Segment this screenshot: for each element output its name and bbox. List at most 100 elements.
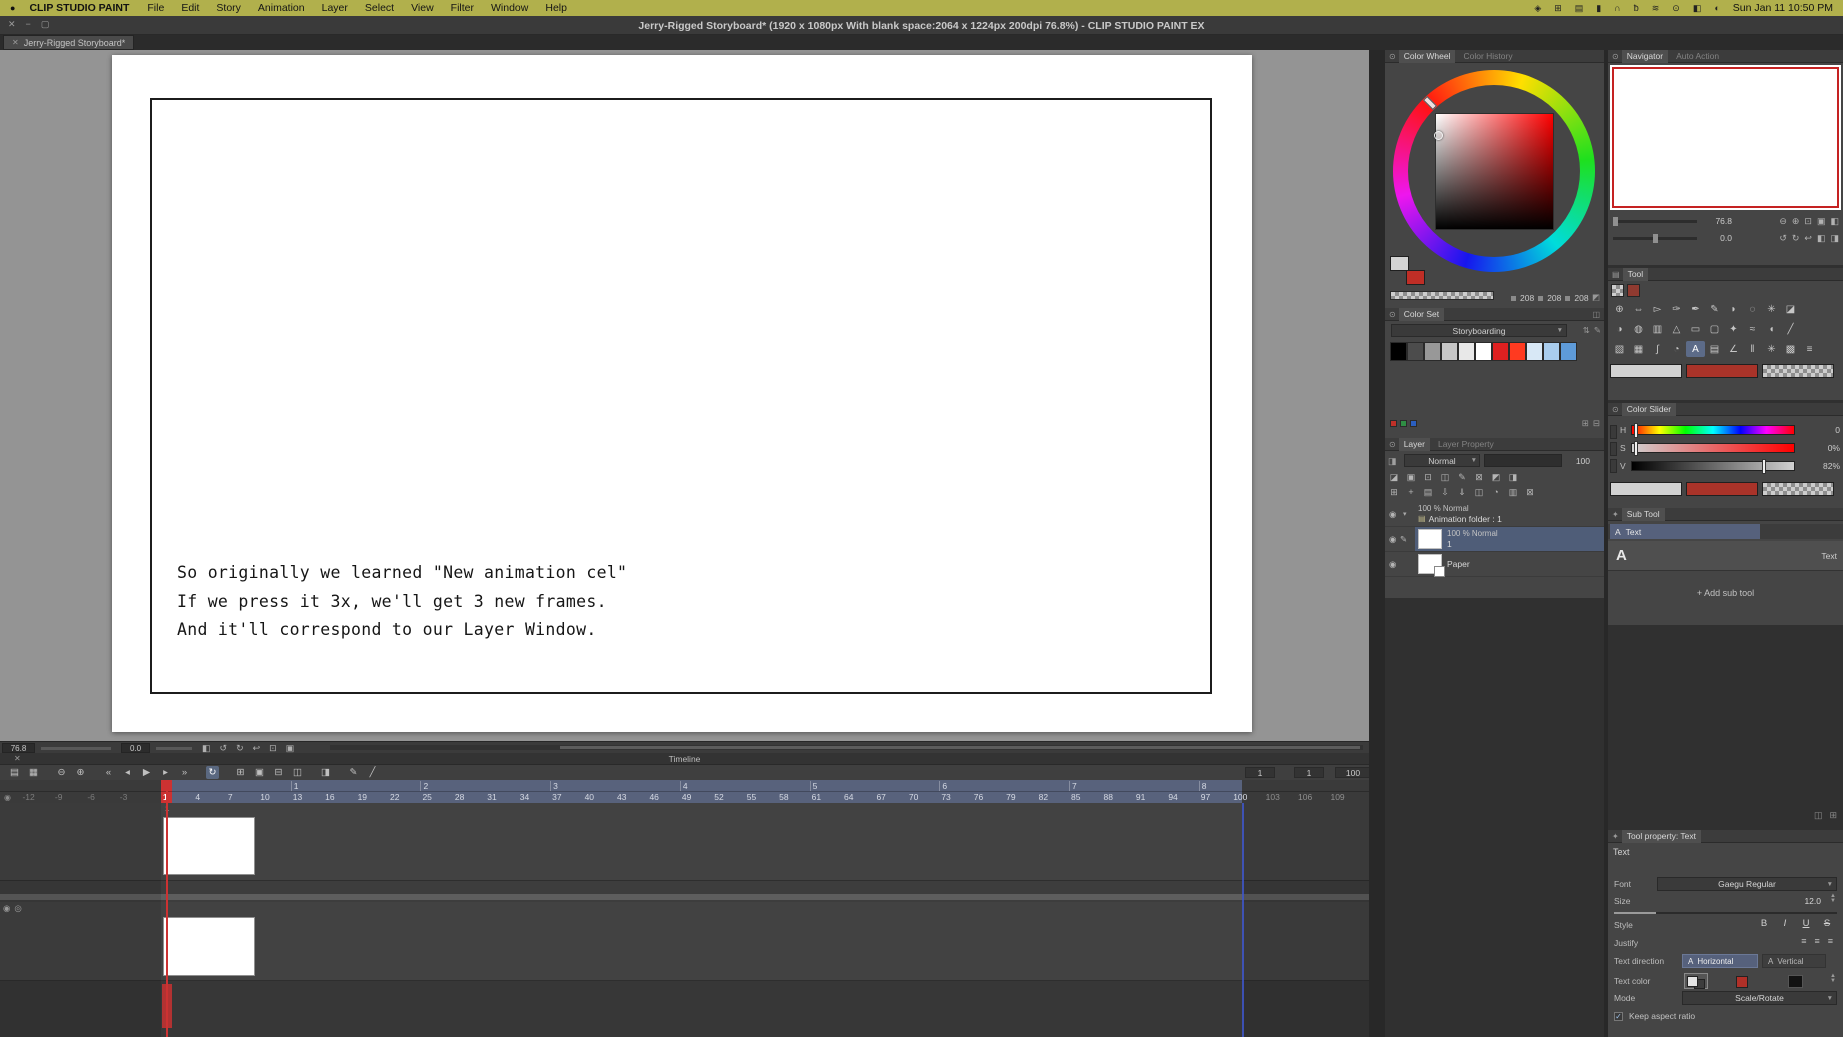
size-value[interactable]: 12.0: [1804, 896, 1821, 906]
mesh-transform-tool-icon[interactable]: ▦: [1629, 341, 1648, 357]
fit-to-screen-icon[interactable]: ⊡: [1804, 216, 1812, 227]
tab-color-wheel[interactable]: Color Wheel: [1398, 49, 1456, 63]
transparent-color-bar[interactable]: [1762, 364, 1834, 378]
color-swatch[interactable]: [1543, 342, 1560, 361]
add-sub-tool-button[interactable]: + Add sub tool: [1608, 588, 1843, 598]
animation-folder-track[interactable]: 1: [0, 803, 1369, 881]
color-swatch[interactable]: [1526, 342, 1543, 361]
enable-mask-icon[interactable]: ◫: [1439, 472, 1451, 483]
apply-mask-icon[interactable]: ◔: [1490, 487, 1502, 498]
flip-v-icon[interactable]: ◨: [1830, 233, 1839, 244]
headphones-icon[interactable]: ∩: [1614, 3, 1620, 14]
correct-line-tool-icon[interactable]: ≈: [1743, 321, 1762, 337]
ruler-tool-icon[interactable]: ∠: [1724, 341, 1743, 357]
auto-select-tool-icon[interactable]: ✦: [1724, 321, 1743, 337]
canvas-viewport[interactable]: So originally we learned "New animation …: [0, 50, 1369, 741]
layer-row-animation-folder[interactable]: ◉ ▾ 100 % Normal ▤ Animation folder : 1: [1385, 502, 1604, 527]
navigator-zoom-slider[interactable]: [1613, 216, 1697, 226]
sv-cursor[interactable]: [1434, 131, 1443, 140]
frame-ruler[interactable]: 12345678 1471013161922252831343740434649…: [0, 780, 1369, 803]
rotation-slider[interactable]: [156, 747, 192, 750]
zoom-slider[interactable]: [41, 747, 111, 750]
story-editor-tool-icon[interactable]: ▤: [1705, 341, 1724, 357]
delete-layer-icon[interactable]: ⊠: [1524, 487, 1536, 498]
text-color-stepper[interactable]: ▲ ▼: [1830, 973, 1836, 984]
panel-menu-icon[interactable]: ⊞: [1829, 810, 1837, 821]
display-icon[interactable]: ◐: [1714, 3, 1719, 14]
slider-bar[interactable]: [1631, 442, 1795, 455]
move-tool-icon[interactable]: ⇔: [1629, 301, 1648, 317]
slider-marker[interactable]: [1762, 460, 1765, 473]
fill-tool-icon[interactable]: ◍: [1629, 321, 1648, 337]
preset-stepper-icon[interactable]: ⇅: [1583, 325, 1590, 336]
eye-icon[interactable]: ◉: [1389, 509, 1396, 520]
tab-tool-property[interactable]: Tool property: Text: [1621, 829, 1701, 843]
text-color-sub-chip[interactable]: [1736, 976, 1748, 988]
selection-tool-icon[interactable]: ▢: [1705, 321, 1724, 337]
color-swatch[interactable]: [1407, 342, 1424, 361]
play-icon[interactable]: ▶: [140, 766, 153, 779]
justify-right-button[interactable]: ≡: [1828, 936, 1833, 946]
sub-color-bar[interactable]: [1686, 364, 1758, 378]
menu-item[interactable]: Story: [216, 2, 241, 14]
keep-aspect-checkbox[interactable]: ✓: [1614, 1011, 1623, 1021]
saturation-value-square[interactable]: [1435, 113, 1554, 230]
eye-icon[interactable]: ◉: [1389, 534, 1396, 545]
cmyk-tab[interactable]: [1610, 459, 1617, 473]
delete-cel-icon[interactable]: ⊟: [272, 766, 285, 779]
tab-sub-tool[interactable]: Sub Tool: [1621, 507, 1665, 521]
saturated-line-tool-icon[interactable]: ✳: [1762, 341, 1781, 357]
mini-color-chip[interactable]: [1410, 420, 1417, 427]
zoom-out-icon[interactable]: ⊖: [1779, 216, 1787, 227]
text-tool-icon[interactable]: A: [1686, 341, 1705, 357]
blend-mode-select[interactable]: Normal ▼: [1404, 454, 1480, 467]
control-center-icon[interactable]: ◧: [1693, 3, 1702, 14]
ruler-eye-icon[interactable]: ◉: [4, 793, 11, 802]
flip-horizontal-icon[interactable]: ◧: [202, 743, 211, 754]
skip-to-end-icon[interactable]: »: [178, 766, 191, 779]
eyedropper-tool-icon[interactable]: ✑: [1667, 301, 1686, 317]
strikeout-button[interactable]: S: [1821, 918, 1833, 929]
menu-item[interactable]: Filter: [451, 2, 474, 14]
specify-cels-icon[interactable]: ▣: [253, 766, 266, 779]
fit-to-screen-icon[interactable]: ⊡: [269, 743, 277, 754]
main-color-chip[interactable]: [1390, 256, 1409, 271]
menu-item[interactable]: View: [411, 2, 434, 14]
sub-color-bar[interactable]: [1686, 482, 1758, 496]
edit-timeline-icon[interactable]: ✎: [347, 766, 360, 779]
collapse-panel-icon[interactable]: ◫: [1814, 810, 1823, 821]
lock-transparent-pixels-icon[interactable]: ⊡: [1422, 472, 1434, 483]
slider-handle[interactable]: [1653, 233, 1658, 243]
secondary-color-chip[interactable]: [1627, 284, 1640, 297]
italic-button[interactable]: I: [1779, 918, 1791, 929]
tab-color-slider[interactable]: Color Slider: [1621, 402, 1677, 416]
text-color-picked-chip[interactable]: [1788, 975, 1803, 988]
mode-select[interactable]: Scale/Rotate ▼: [1682, 991, 1837, 1005]
tab-tool[interactable]: Tool: [1622, 267, 1649, 281]
color-swatch[interactable]: [1475, 342, 1492, 361]
mini-color-chip[interactable]: [1390, 420, 1397, 427]
layer-thumbnail[interactable]: [1418, 529, 1442, 549]
direction-vertical-button[interactable]: A Vertical: [1762, 954, 1826, 968]
rotate-ccw-icon[interactable]: ↺: [220, 743, 228, 754]
new-vector-layer-icon[interactable]: +: [1405, 487, 1417, 498]
cel-track[interactable]: [0, 881, 1369, 902]
zoom-value[interactable]: 76.8: [2, 743, 35, 753]
lock-layer-icon[interactable]: ▣: [1405, 472, 1417, 483]
set-as-draft-icon[interactable]: ✎: [1456, 472, 1468, 483]
cel-thumbnail[interactable]: [163, 817, 255, 875]
paper-thumbnail[interactable]: [163, 917, 255, 976]
film-icon[interactable]: ▦: [27, 766, 40, 779]
reset-rotation-icon[interactable]: ↩: [1804, 233, 1812, 244]
edit-color-set-icon[interactable]: ✎: [1594, 325, 1601, 336]
balloon-tool-icon[interactable]: ◖: [1762, 321, 1781, 337]
skip-to-start-icon[interactable]: «: [102, 766, 115, 779]
color-swatch[interactable]: [1492, 342, 1509, 361]
brush-tool-icon[interactable]: ◗: [1724, 301, 1743, 317]
apple-menu-icon[interactable]: ●: [10, 3, 15, 13]
seconds-ruler[interactable]: 1 2 3 4 5 6 7 8: [0, 780, 1369, 791]
transparent-color-chip[interactable]: [1390, 291, 1494, 300]
slider-marker[interactable]: [1635, 442, 1637, 455]
justify-left-button[interactable]: ≡: [1801, 936, 1806, 946]
frame-border-tool-icon[interactable]: ▭: [1686, 321, 1705, 337]
